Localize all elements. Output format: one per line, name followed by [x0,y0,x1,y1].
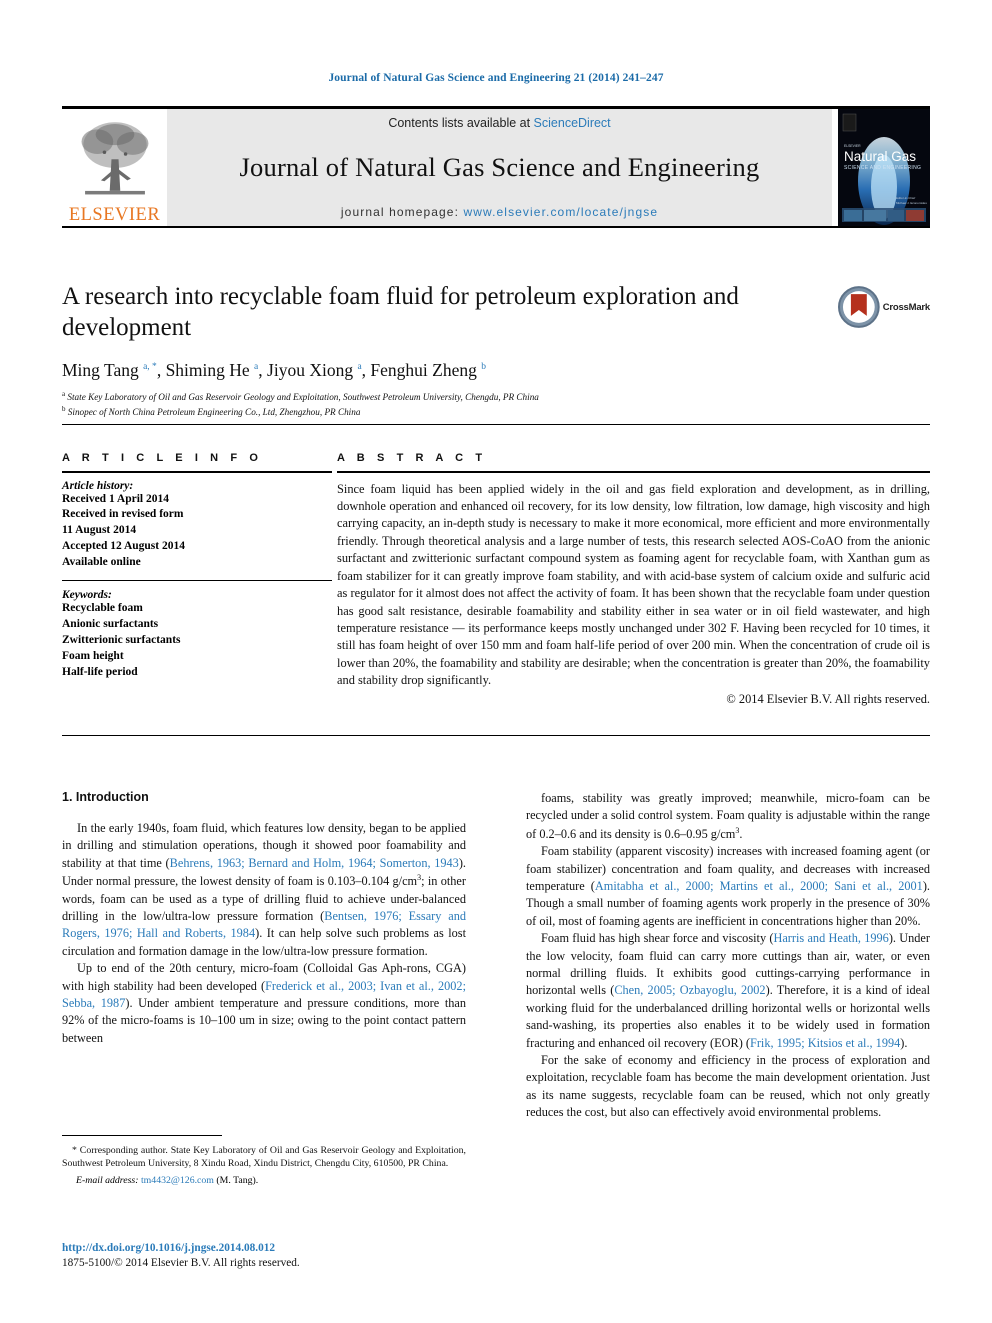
section-heading-introduction: 1. Introduction [62,790,149,804]
history-line: 11 August 2014 [62,524,137,537]
body-paragraph: Foam stability (apparent viscosity) incr… [526,844,930,928]
body-paragraph: In the early 1940s, foam fluid, which fe… [62,821,466,958]
journal-cover-thumbnail: ELSEVIER Natural Gas SCIENCE AND ENGINEE… [832,109,930,226]
body-paragraph: foams, stability was greatly improved; m… [526,791,930,841]
abstract-separator-rule [62,735,930,737]
paper-page: Journal of Natural Gas Science and Engin… [0,0,992,1323]
info-rule-top [62,471,332,473]
citation-link[interactable]: Harris and Heath, 1996 [773,931,888,945]
author-list: Ming Tang a, *, Shiming He a, Jiyou Xion… [62,360,486,380]
citation-link[interactable]: Behrens, 1963; Bernard and Holm, 1964; S… [170,856,459,870]
journal-header: ELSEVIER Contents lists available at Sci… [62,106,930,228]
email-suffix: (M. Tang). [216,1174,259,1186]
issn-line: 1875-5100/© 2014 Elsevier B.V. All right… [62,1257,300,1269]
citation-link[interactable]: Chen, 2005; Ozbayoglu, 2002 [614,983,765,997]
abstract-block: A B S T R A C T Since foam liquid has be… [337,452,930,707]
crossmark-label: CrossMark [882,301,931,313]
citation-link[interactable]: Frik, 1995; Kitsios et al., 1994 [750,1036,900,1050]
keywords-lines: Recyclable foam Anionic surfactants Zwitte… [62,601,332,680]
citation-link[interactable]: Bentsen, 1976; Essary and Rogers, 1976; … [62,909,466,940]
email-label: E-mail address: [76,1174,139,1186]
history-line: Available online [62,556,141,569]
homepage-prefix: journal homepage: [340,204,464,219]
svg-text:ELSEVIER: ELSEVIER [844,144,861,148]
affiliation: a State Key Laboratory of Oil and Gas Re… [62,390,539,403]
svg-text:Editor-in-Chief: Editor-in-Chief [896,196,915,200]
crossmark-icon [838,286,880,328]
history-line: Received in revised form [62,508,184,521]
header-row: ELSEVIER Contents lists available at Sci… [62,109,930,226]
svg-text:SCIENCE AND ENGINEERING: SCIENCE AND ENGINEERING [844,165,921,171]
article-history-lines: Received 1 April 2014 Received in revised… [62,492,332,571]
elsevier-wordmark: ELSEVIER [68,204,161,225]
title-separator-rule [62,424,930,426]
left-column-paragraphs: In the early 1940s, foam fluid, which fe… [62,820,466,1047]
header-bottom-rule [62,226,930,228]
right-column-paragraphs: foams, stability was greatly improved; m… [526,790,930,1122]
abstract-text: Since foam liquid has been applied widel… [337,481,930,688]
abstract-rule [337,471,930,473]
journal-homepage-line: journal homepage: www.elsevier.com/locat… [341,205,658,219]
footnote-block: * Corresponding author. State Key Labora… [62,1144,466,1187]
doi-link[interactable]: http://dx.doi.org/10.1016/j.jngse.2014.0… [62,1242,275,1254]
affiliation: b Sinopec of North China Petroleum Engin… [62,405,361,418]
page-title: A research into recyclable foam fluid fo… [62,283,739,341]
crossmark-badge[interactable]: CrossMark [838,285,930,329]
body-paragraph: Up to end of the 20th century, micro-foa… [62,961,467,1045]
citation-link[interactable]: Frederick et al., 2003; Ivan et al., 200… [62,979,466,1010]
info-rule-mid [62,579,332,582]
contents-available-line: Contents lists available at ScienceDirec… [388,116,610,130]
keyword-item: Zwitterionic surfactants [62,634,181,646]
keyword-item: Foam height [62,649,124,662]
footnote-rule [62,1135,222,1136]
keyword-item: Recyclable foam [62,602,143,615]
history-line: Accepted 12 August 2014 [62,540,185,553]
affiliation-list: a State Key Laboratory of Oil and Gas Re… [62,389,930,420]
cover-image: ELSEVIER Natural Gas SCIENCE AND ENGINEE… [838,109,930,226]
title-block: A research into recyclable foam fluid fo… [62,282,930,420]
keyword-item: Anionic surfactants [62,618,159,631]
abstract-heading: A B S T R A C T [337,452,487,464]
doi-block: http://dx.doi.org/10.1016/j.jngse.2014.0… [62,1238,482,1269]
journal-title: Journal of Natural Gas Science and Engin… [239,151,760,182]
body-paragraph: Foam fluid has high shear force and visc… [526,931,930,1050]
homepage-url-link[interactable]: www.elsevier.com/locate/jngse [463,205,658,219]
article-info-block: A R T I C L E I N F O Article history: R… [62,452,332,681]
body-paragraph: For the sake of economy and efficiency i… [526,1052,930,1120]
svg-text:Natural Gas: Natural Gas [844,149,916,164]
article-history-label: Article history: [62,479,134,492]
header-grey-band: Contents lists available at ScienceDirec… [167,109,832,226]
article-info-heading: A R T I C L E I N F O [62,452,263,464]
body-column-right: foams, stability was greatly improved; m… [526,790,930,1122]
corresponding-author-note: * Corresponding author. State Key Labora… [62,1145,466,1170]
contents-prefix: Contents lists available at [388,116,534,130]
sciencedirect-link[interactable]: ScienceDirect [534,116,611,130]
abstract-copyright: © 2014 Elsevier B.V. All rights reserved… [726,691,930,706]
citation-link[interactable]: Amitabha et al., 2000; Martins et al., 2… [595,879,923,893]
keywords-label: Keywords: [62,589,112,602]
email-note: E-mail address: tm4432@126.com (M. Tang)… [62,1174,466,1187]
body-column-left: 1. Introduction In the early 1940s, foam… [62,790,466,1047]
history-line: Received 1 April 2014 [62,492,169,505]
email-link[interactable]: tm4432@126.com [141,1175,214,1186]
elsevier-tree-icon [81,121,148,194]
keyword-item: Half-life period [62,665,138,678]
svg-text:Michael J. Economides: Michael J. Economides [896,201,927,205]
running-head: Journal of Natural Gas Science and Engin… [328,72,664,84]
elsevier-logo: ELSEVIER [62,109,167,226]
body-columns: 1. Introduction In the early 1940s, foam… [62,790,930,1122]
